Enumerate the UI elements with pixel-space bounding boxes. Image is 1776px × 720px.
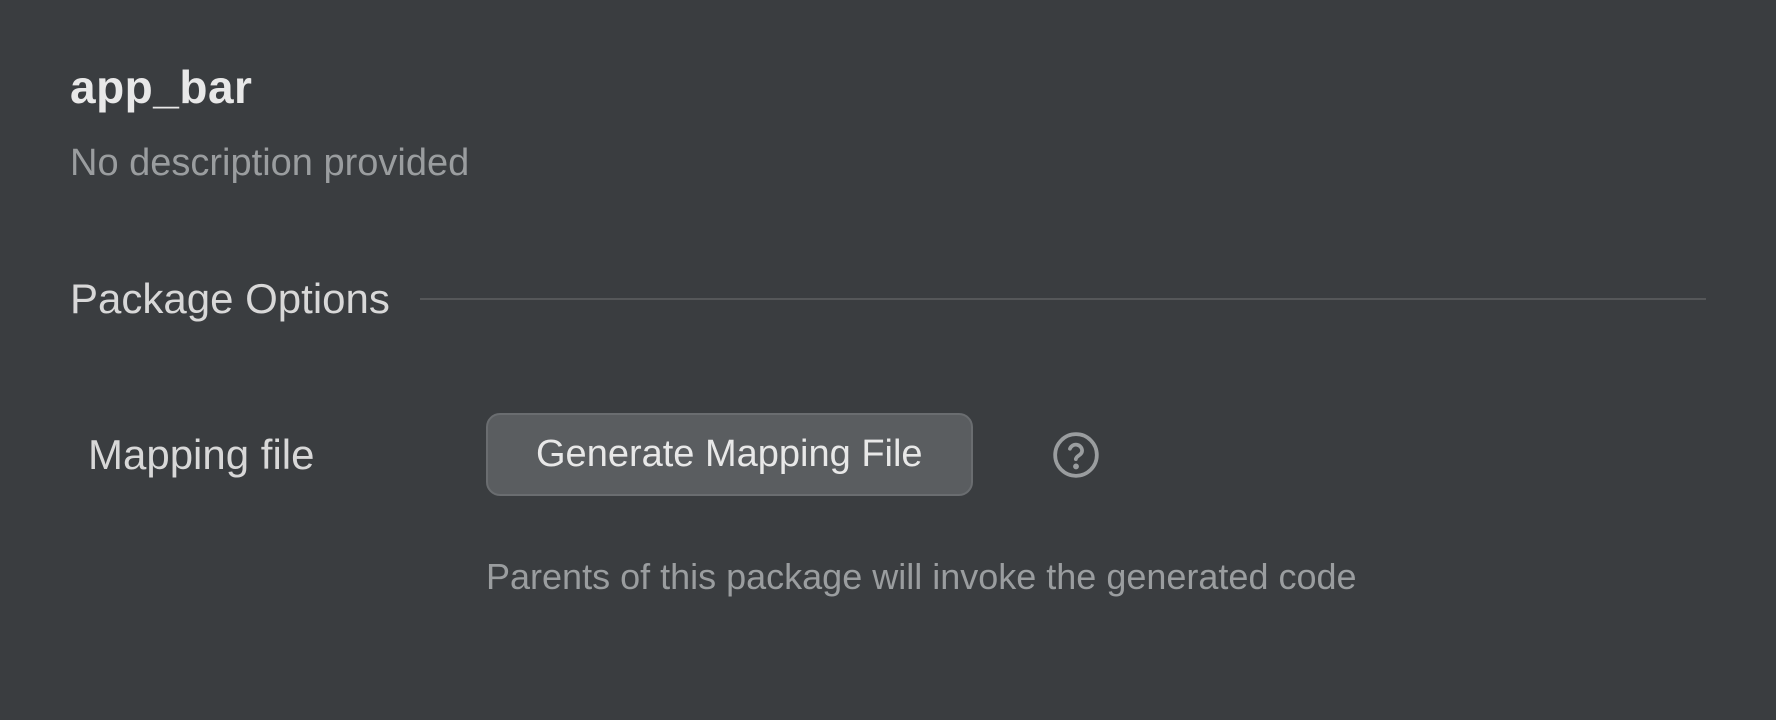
section-header: Package Options [70,275,1706,323]
package-header: app_bar No description provided [70,60,1706,185]
generate-mapping-file-button[interactable]: Generate Mapping File [486,413,973,496]
mapping-file-helper-text: Parents of this package will invoke the … [70,556,1706,598]
package-title: app_bar [70,60,1706,114]
mapping-file-controls: Generate Mapping File [486,413,1101,496]
package-description: No description provided [70,142,1706,185]
section-divider [420,298,1706,300]
section-title: Package Options [70,275,390,323]
mapping-file-option-row: Mapping file Generate Mapping File [70,413,1706,496]
mapping-file-label: Mapping file [88,431,486,479]
help-icon[interactable] [1051,430,1101,480]
